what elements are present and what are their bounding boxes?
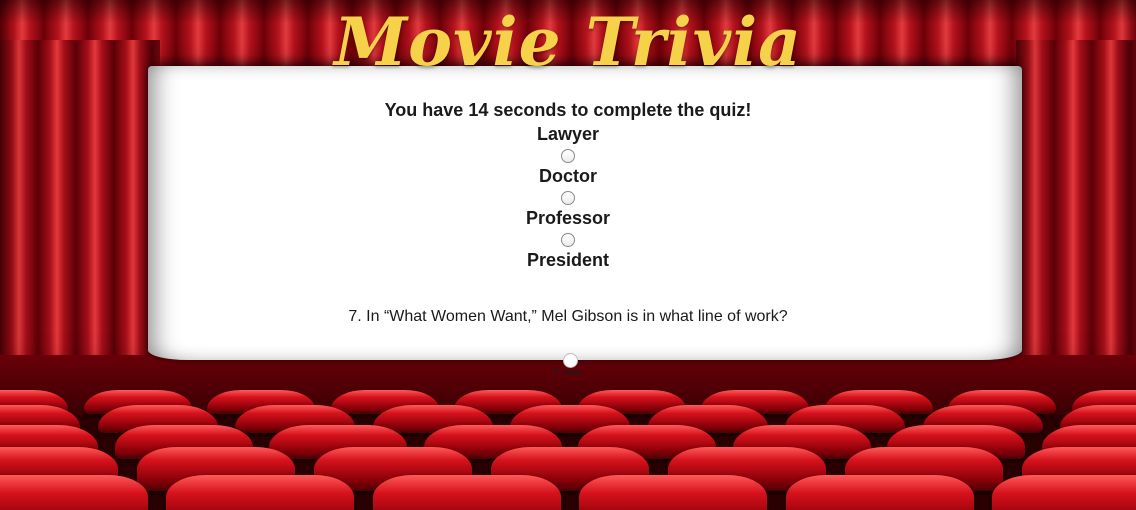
option-label: Doctor <box>539 166 597 186</box>
answer-option-law-label: Law <box>554 366 582 374</box>
theater-seats <box>0 385 1136 510</box>
option-label: Professor <box>525 208 611 228</box>
seat <box>785 475 974 510</box>
quiz-panel: You have 14 seconds to complete the quiz… <box>0 98 1136 344</box>
app-title: Movie Trivia <box>334 3 802 81</box>
theater-background: Movie Trivia You have 14 seconds to comp… <box>0 0 1136 510</box>
seat-row <box>0 475 1136 510</box>
seat <box>372 475 561 510</box>
seat <box>0 475 148 510</box>
timer-text: You have 14 seconds to complete the quiz… <box>384 100 752 120</box>
answer-option-lawyer[interactable]: Lawyer <box>0 122 1136 163</box>
answer-option-professor[interactable]: Professor <box>0 206 1136 247</box>
seat <box>991 475 1136 510</box>
seat <box>579 475 768 510</box>
radio-button-icon[interactable] <box>561 233 575 247</box>
question-text: 7. In “What Women Want,” Mel Gibson is i… <box>348 308 788 325</box>
radio-button-icon[interactable] <box>561 149 575 163</box>
option-label: Lawyer <box>536 124 600 144</box>
answer-option-president[interactable]: President <box>0 248 1136 272</box>
seat <box>166 475 355 510</box>
option-label: President <box>526 250 610 270</box>
radio-button-icon[interactable] <box>561 191 575 205</box>
answer-option-doctor[interactable]: Doctor <box>0 164 1136 205</box>
